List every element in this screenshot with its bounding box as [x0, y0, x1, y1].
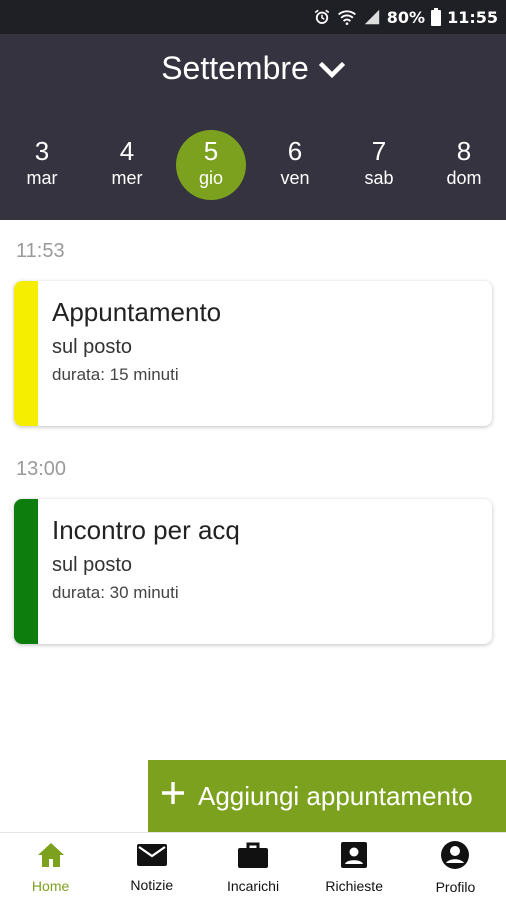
- day-8[interactable]: 8 dom: [429, 130, 499, 202]
- appointment-title: Appuntamento: [52, 297, 222, 327]
- nav-label: Profilo: [435, 878, 476, 895]
- appointment-color-stripe: [14, 499, 38, 644]
- nav-item-richieste[interactable]: Richieste: [304, 833, 405, 901]
- alarm-icon: [313, 8, 331, 26]
- plus-icon: [160, 780, 186, 813]
- status-bar: 80% 11:55: [0, 0, 506, 34]
- battery-icon: [431, 8, 442, 26]
- status-time: 11:55: [447, 7, 498, 27]
- briefcase-icon: [237, 841, 269, 872]
- home-icon: [36, 841, 66, 872]
- time-label: 11:53: [16, 240, 65, 262]
- nav-item-home[interactable]: Home: [0, 833, 101, 901]
- appointment-card[interactable]: Incontro per acq sul posto durata: 30 mi…: [14, 499, 492, 644]
- day-weekday: gio: [198, 168, 224, 188]
- appointment-duration: durata: 15 minuti: [52, 365, 179, 384]
- day-3[interactable]: 3 mar: [7, 130, 77, 202]
- chevron-down-icon: [318, 50, 345, 87]
- appointment-title: Incontro per acq: [52, 515, 240, 545]
- contact-card-icon: [340, 841, 368, 872]
- appointment-card[interactable]: Appuntamento sul posto durata: 15 minuti: [14, 281, 492, 426]
- appointment-place: sul posto: [52, 336, 133, 358]
- day-weekday: dom: [446, 168, 482, 188]
- account-circle-icon: [440, 840, 470, 873]
- month-selector[interactable]: Settembre: [0, 50, 506, 87]
- appointment-place: sul posto: [52, 554, 133, 576]
- day-number: 4: [119, 136, 135, 166]
- day-number: 3: [34, 136, 50, 166]
- day-5-selected[interactable]: 5 gio: [176, 130, 246, 202]
- day-4[interactable]: 4 mer: [92, 130, 162, 202]
- day-number: 5: [203, 136, 219, 166]
- nav-item-notizie[interactable]: Notizie: [101, 833, 202, 901]
- nav-label: Incarichi: [226, 877, 280, 894]
- day-number: 8: [456, 136, 472, 166]
- nav-item-incarichi[interactable]: Incarichi: [202, 833, 303, 901]
- time-label: 13:00: [16, 458, 67, 480]
- day-weekday: mer: [111, 168, 143, 188]
- day-weekday: ven: [280, 168, 310, 188]
- add-appointment-label: Aggiungi appuntamento: [198, 780, 473, 811]
- month-label: Settembre: [161, 50, 309, 86]
- appointment-duration: durata: 30 minuti: [52, 583, 179, 602]
- day-7[interactable]: 7 sab: [344, 130, 414, 202]
- day-number: 6: [287, 136, 303, 166]
- nav-label: Home: [31, 877, 70, 894]
- bottom-navigation: Home Notizie Incarichi Richieste Profilo: [0, 832, 506, 901]
- signal-icon: [363, 8, 381, 26]
- mail-icon: [136, 842, 168, 871]
- appointment-color-stripe: [14, 281, 38, 426]
- day-number: 7: [371, 136, 387, 166]
- week-day-strip: 3 mar 4 mer 5 gio 6 ven 7 sab 8 dom: [0, 130, 506, 202]
- add-appointment-button[interactable]: Aggiungi appuntamento: [148, 760, 506, 832]
- day-weekday: sab: [364, 168, 394, 188]
- battery-percent: 80%: [386, 7, 426, 27]
- nav-label: Notizie: [130, 876, 174, 893]
- nav-item-profilo[interactable]: Profilo: [405, 833, 506, 901]
- nav-label: Richieste: [325, 877, 383, 894]
- wifi-icon: [337, 8, 357, 26]
- calendar-header: Settembre 3 mar 4 mer 5 gio 6 ven 7 sab …: [0, 34, 506, 220]
- day-6[interactable]: 6 ven: [260, 130, 330, 202]
- day-weekday: mar: [26, 168, 58, 188]
